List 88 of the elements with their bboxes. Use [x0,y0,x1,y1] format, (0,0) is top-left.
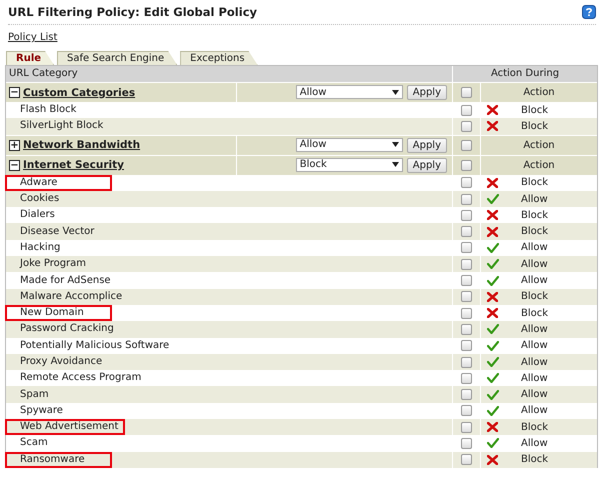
checkbox[interactable] [461,160,472,171]
action-label: Action [522,140,556,151]
tab[interactable]: Rule [6,51,54,65]
checkbox[interactable] [461,210,472,221]
checkbox[interactable] [461,177,472,188]
action-value: Block [521,104,550,116]
caret-icon [392,142,399,148]
collapse-button[interactable]: − [9,160,20,171]
category-name: Flash Block [19,103,78,118]
checkbox[interactable] [461,438,472,449]
help-icon[interactable] [582,5,596,19]
category-name: Dialers [19,208,56,222]
action-value: Allow [521,242,549,254]
action-value: Block [521,177,550,188]
checkbox[interactable] [461,422,472,433]
checkbox[interactable] [461,405,472,416]
action-value: Allow [521,438,549,449]
checkbox[interactable] [461,194,472,205]
action-value: Allow [521,389,549,400]
category-name: Web Advertisement [6,420,124,434]
checkbox[interactable] [461,291,472,302]
action-value: Block [521,226,550,238]
apply-button[interactable]: Apply [406,158,447,173]
expand-button[interactable]: + [9,140,20,151]
action-value: Allow [521,356,549,368]
page-title: URL Filtering Policy: Edit Global Policy [8,5,258,19]
category-name: Made for AdSense [19,274,112,288]
category-name: Hacking [19,240,62,255]
category-name: Malware Accomplice [19,290,124,304]
category-name: Password Cracking [19,322,115,336]
checkbox[interactable] [461,242,472,254]
category-name: Proxy Avoidance [19,355,104,369]
checkbox[interactable] [461,324,472,335]
action-value: Block [521,291,550,302]
category-name: Ransomware [6,452,111,467]
checkbox[interactable] [461,454,472,466]
column-header: URL Category [8,67,79,81]
action-value: Allow [521,275,549,286]
category-group-link[interactable]: Network Bandwidth [23,139,140,152]
action-select[interactable]: Block [296,158,403,172]
category-name: Remote Access Program [19,371,142,386]
action-value: Allow [521,194,549,205]
category-group-link[interactable]: Custom Categories [23,86,136,98]
action-label: Action [522,87,556,98]
action-value: Allow [521,372,549,384]
checkbox[interactable] [461,340,472,352]
category-name: New Domain [6,306,111,320]
category-name: SilverLight Block [19,119,104,134]
action-select[interactable]: Allow [296,138,403,152]
action-value: Allow [521,340,549,352]
policy-list-link[interactable]: Policy List [8,32,58,43]
apply-button[interactable]: Apply [406,138,447,153]
checkbox[interactable] [461,275,472,286]
checkbox[interactable] [461,308,472,319]
action-value: Block [521,120,550,132]
action-value: Block [521,210,550,221]
collapse-button[interactable]: − [9,87,20,98]
category-group-link[interactable]: Internet Security [23,159,124,172]
caret-icon [392,90,399,94]
checkbox[interactable] [461,389,472,400]
apply-button[interactable]: Apply [406,85,447,100]
action-value: Allow [521,258,549,270]
checkbox[interactable] [461,140,472,151]
checkbox[interactable] [461,258,472,270]
checkbox[interactable] [461,226,472,238]
category-name: Potentially Malicious Software [19,338,170,353]
action-value: Allow [521,405,549,416]
action-value: Block [521,454,550,466]
checkbox[interactable] [461,120,472,132]
category-name: Spam [19,388,50,402]
checkbox[interactable] [461,372,472,384]
checkbox[interactable] [461,356,472,368]
category-name: Spyware [19,404,64,418]
action-value: Block [521,422,550,433]
action-value: Block [521,308,550,319]
tab[interactable]: Safe Search Engine [57,51,178,65]
action-value: Allow [521,324,549,335]
checkbox[interactable] [461,87,472,98]
category-name: Cookies [19,192,60,206]
category-name: Disease Vector [19,224,96,239]
category-name: Scam [19,436,49,450]
category-name: Joke Program [18,257,88,272]
checkbox[interactable] [461,104,472,116]
tab[interactable]: Exceptions [180,51,258,65]
action-label: Action [522,160,556,171]
category-name: Adware [6,176,111,190]
action-select[interactable]: Allow [296,85,403,99]
caret-icon [392,162,399,168]
